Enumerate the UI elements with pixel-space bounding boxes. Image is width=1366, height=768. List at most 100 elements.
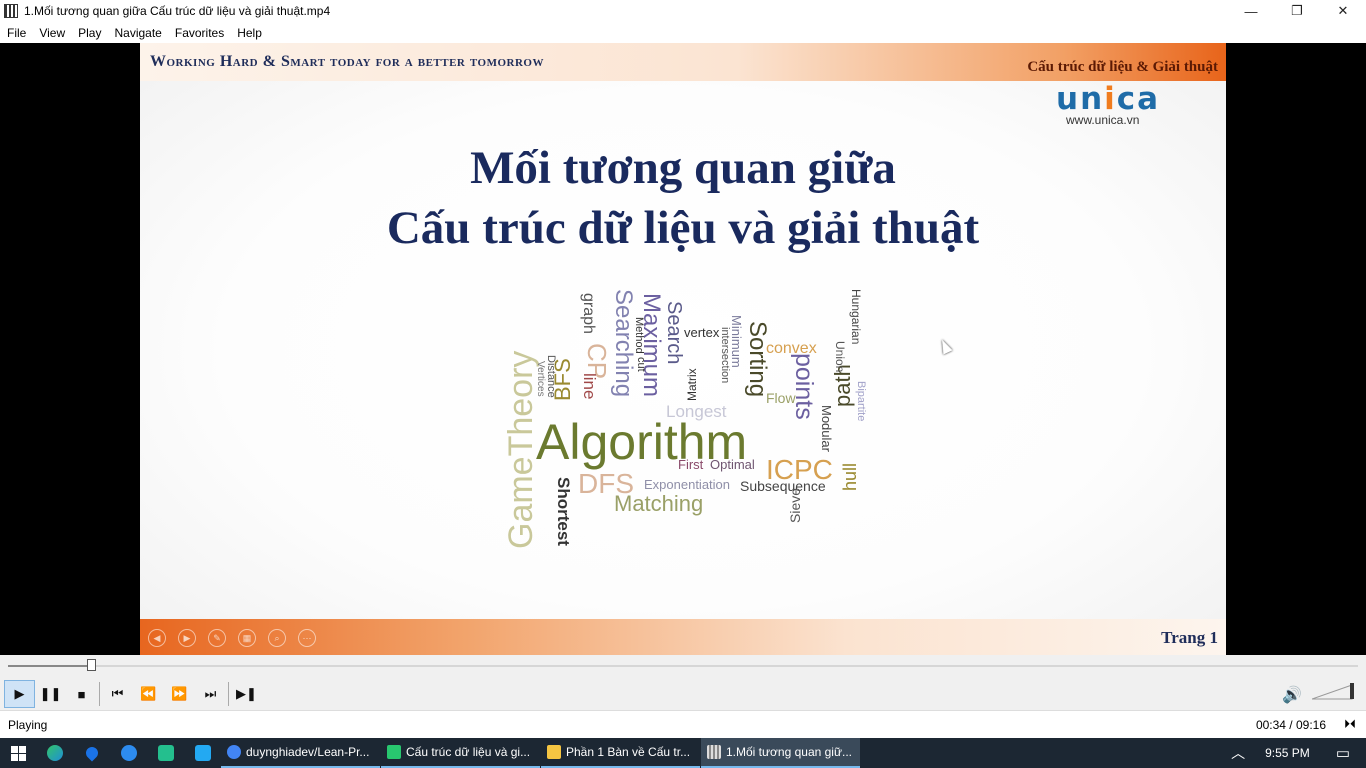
edge-icon[interactable] <box>36 738 73 768</box>
stop-button[interactable]: ■ <box>66 680 97 708</box>
word-cloud: Algorithm GameTheory Shortest Matching D… <box>502 289 867 549</box>
seek-bar[interactable] <box>8 665 1358 667</box>
slides-grid-icon: ▦ <box>238 629 256 647</box>
taskbar-item-label: Phần 1 Bàn về Cấu tr... <box>566 745 691 759</box>
forward-button[interactable]: ⏩ <box>164 680 195 708</box>
vscode-insiders-icon[interactable] <box>147 738 184 768</box>
slide: Working Hard & Smart today for a better … <box>140 43 1226 655</box>
word-bipartite: Bipartite <box>855 381 867 421</box>
speaker-icon[interactable]: 🔊 <box>1282 685 1302 705</box>
word-hungarian: Hungarian <box>849 289 863 344</box>
slide-nav-controls: ◀ ▶ ✎ ▦ ⌕ ⋯ <box>148 629 316 647</box>
more-icon: ⋯ <box>298 629 316 647</box>
app-icon <box>4 4 18 18</box>
word-optimal: Optimal <box>710 457 755 472</box>
prev-slide-icon: ◀ <box>148 629 166 647</box>
taskbar-item-label: 1.Mối tương quan giữ... <box>726 745 852 759</box>
zoom-icon: ⌕ <box>268 629 286 647</box>
menu-file[interactable]: File <box>7 26 26 40</box>
frame-step-button[interactable]: ▶❚ <box>231 680 262 708</box>
system-tray: ︿ 9:55 PM ▭ <box>1231 738 1366 768</box>
clock[interactable]: 9:55 PM <box>1265 746 1310 760</box>
maps-icon[interactable] <box>73 738 110 768</box>
word-modular: Modular <box>819 405 834 453</box>
slide-title-line-2: Cấu trúc dữ liệu và giải thuật <box>386 202 980 254</box>
slide-bottom-band: ◀ ▶ ✎ ▦ ⌕ ⋯ Trang 1 <box>140 619 1226 655</box>
slide-slogan: Working Hard & Smart today for a better … <box>150 53 544 70</box>
word-search: Search <box>663 301 685 364</box>
taskbar-item-pycharm[interactable]: Cấu trúc dữ liệu và gi... <box>381 738 540 768</box>
restore-button[interactable]: ❐ <box>1274 0 1320 22</box>
slide-course-title: Cấu trúc dữ liệu & Giải thuật <box>1027 59 1218 75</box>
close-button[interactable]: ✕ <box>1320 0 1366 22</box>
word-union: Union <box>833 341 847 372</box>
word-shortest: Shortest <box>554 477 573 546</box>
next-button[interactable]: ⏭ <box>195 680 226 708</box>
word-vertices: Vertices <box>535 361 546 397</box>
word-dfs: DFS <box>578 468 634 499</box>
word-sieve: Sieve <box>787 488 803 523</box>
menu-help[interactable]: Help <box>237 26 262 40</box>
vscode-icon[interactable] <box>184 738 221 768</box>
word-matrix: Matrix <box>685 368 699 401</box>
word-flow: Flow <box>766 390 796 406</box>
next-slide-icon: ▶ <box>178 629 196 647</box>
word-convex: convex <box>766 340 817 357</box>
chevron-up-icon[interactable]: ︿ <box>1231 743 1245 763</box>
status-bar: Playing 00:34 / 09:16 ⏵⏴ <box>0 710 1366 738</box>
word-hull: hull <box>840 463 860 491</box>
playback-controls: ▶ ❚❚ ■ ⏮ ⏪ ⏩ ⏭ ▶❚ 🔊 <box>0 678 1366 710</box>
word-searching: Searching <box>610 289 637 397</box>
word-graph: graph <box>580 293 597 334</box>
video-area[interactable]: Working Hard & Smart today for a better … <box>0 43 1366 655</box>
seek-bar-fill <box>8 665 89 667</box>
windows-icon <box>10 745 26 761</box>
folder-icon <box>547 745 561 759</box>
divider <box>99 682 100 706</box>
word-sorting: Sorting <box>744 321 771 397</box>
divider <box>228 682 229 706</box>
taskbar-item-chrome[interactable]: duynghiadev/Lean-Pr... <box>221 738 380 768</box>
window-title: 1.Mối tương quan giữa Cấu trúc dữ liệu v… <box>24 4 331 18</box>
slide-title-line-1: Mối tương quan giữa <box>470 142 896 194</box>
taskbar-item-media-player[interactable]: 1.Mối tương quan giữ... <box>701 738 860 768</box>
word-subsequence: Subsequence <box>740 478 826 494</box>
word-method: Method <box>633 317 645 354</box>
pause-button[interactable]: ❚❚ <box>35 680 66 708</box>
menu-view[interactable]: View <box>39 26 65 40</box>
taskbar: duynghiadev/Lean-Pr... Cấu trúc dữ liệu … <box>0 738 1366 768</box>
word-cut: cut <box>635 357 647 372</box>
menu-play[interactable]: Play <box>78 26 101 40</box>
previous-button[interactable]: ⏮ <box>102 680 133 708</box>
title-bar: 1.Mối tương quan giữa Cấu trúc dữ liệu v… <box>0 0 1366 22</box>
word-line: line <box>580 373 599 399</box>
start-button[interactable] <box>0 738 36 768</box>
volume-slider[interactable] <box>1312 683 1358 701</box>
minimize-button[interactable]: — <box>1228 0 1274 22</box>
status-extra-icon[interactable]: ⏵⏴ <box>1344 717 1356 732</box>
seek-bar-area <box>0 655 1366 678</box>
play-button[interactable]: ▶ <box>4 680 35 708</box>
word-points: points <box>790 353 818 420</box>
menu-bar: File View Play Navigate Favorites Help <box>0 22 1366 43</box>
word-exponentiation: Exponentiation <box>644 477 730 492</box>
pycharm-icon <box>387 745 401 759</box>
logo-url: www.unica.vn <box>1066 113 1140 127</box>
menu-favorites[interactable]: Favorites <box>175 26 224 40</box>
media-player-icon <box>707 745 721 759</box>
pen-icon: ✎ <box>208 629 226 647</box>
menu-navigate[interactable]: Navigate <box>114 26 161 40</box>
time-display: 00:34 / 09:16 <box>1255 718 1326 732</box>
playback-status: Playing <box>8 718 48 732</box>
unica-logo: unica <box>1056 81 1161 117</box>
chrome-icon <box>227 745 241 759</box>
taskbar-item-label: Cấu trúc dữ liệu và gi... <box>406 745 531 759</box>
rewind-button[interactable]: ⏪ <box>133 680 164 708</box>
word-longest: Longest <box>666 402 727 421</box>
taskbar-item-label: duynghiadev/Lean-Pr... <box>246 745 370 759</box>
seek-thumb[interactable] <box>87 659 96 671</box>
notification-icon[interactable]: ▭ <box>1336 744 1350 762</box>
taskbar-item-folder[interactable]: Phần 1 Bàn về Cấu tr... <box>541 738 700 768</box>
zalo-icon[interactable] <box>110 738 147 768</box>
word-intersection: intersection <box>719 327 731 383</box>
